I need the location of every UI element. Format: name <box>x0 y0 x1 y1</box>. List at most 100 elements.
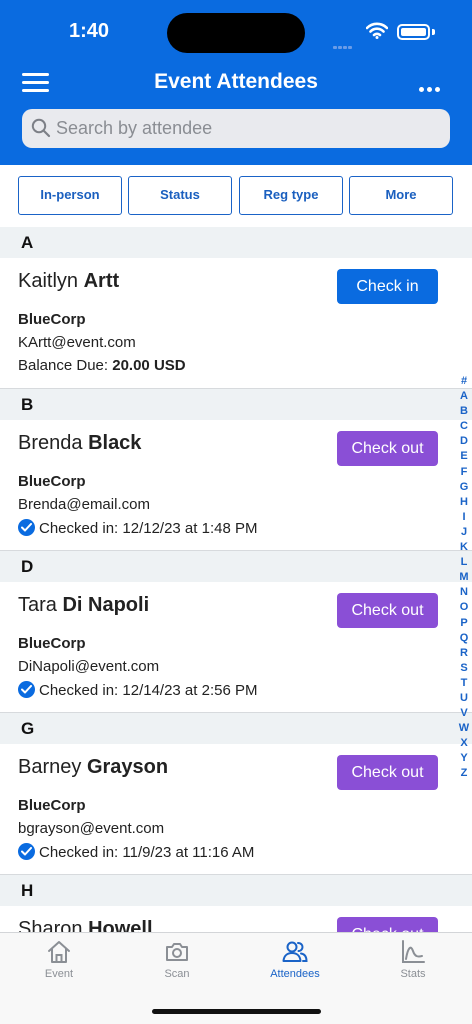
alphabet-index-letter[interactable]: R <box>456 646 472 661</box>
alphabet-index-letter[interactable]: Z <box>456 766 472 781</box>
checked-in-text: Checked in: 12/12/23 at 1:48 PM <box>39 520 258 537</box>
alphabet-index-letter[interactable]: T <box>456 676 472 691</box>
checkmark-icon <box>18 681 35 698</box>
alphabet-index-letter[interactable]: # <box>456 374 472 389</box>
attendee-email: DiNapoli@event.com <box>18 658 160 675</box>
search-icon <box>31 118 51 143</box>
attendee-last-name: Grayson <box>86 756 169 778</box>
alphabet-index-letter[interactable]: K <box>456 540 472 555</box>
section-letter: G <box>21 719 35 738</box>
alphabet-index-letter[interactable]: W <box>456 721 472 736</box>
alphabet-index-letter[interactable]: M <box>456 570 472 585</box>
balance-due: Balance Due: 20.00 USD <box>18 357 186 374</box>
attendee-card[interactable]: Brenda Black BlueCorp Brenda@email.com C… <box>0 420 472 551</box>
alphabet-index-letter[interactable]: A <box>456 389 472 404</box>
check-out-button[interactable]: Check out <box>337 431 438 466</box>
dynamic-island <box>167 13 305 53</box>
section-letter: D <box>21 557 34 576</box>
alphabet-index-letter[interactable]: B <box>456 404 472 419</box>
alphabet-index-letter[interactable]: V <box>456 706 472 721</box>
filter-in-person-button[interactable]: In-person <box>18 176 122 215</box>
alphabet-index-letter[interactable]: H <box>456 495 472 510</box>
attendee-first-name: Barney <box>18 756 82 778</box>
section-header-d: D <box>0 551 472 582</box>
status-bar: 1:40 <box>0 0 472 64</box>
section-letter: A <box>21 233 34 252</box>
alphabet-index-letter[interactable]: N <box>456 585 472 600</box>
alphabet-index-letter[interactable]: D <box>456 434 472 449</box>
alphabet-index-letter[interactable]: O <box>456 600 472 615</box>
attendee-company: BlueCorp <box>18 797 86 814</box>
filter-status-button[interactable]: Status <box>128 176 232 215</box>
checkmark-icon <box>18 843 35 860</box>
tab-event[interactable]: Event <box>0 939 118 980</box>
attendee-card[interactable]: Kaitlyn Artt BlueCorp KArtt@event.com Ba… <box>0 258 472 389</box>
alphabet-index-letter[interactable]: P <box>456 616 472 631</box>
attendee-first-name: Tara <box>18 594 57 616</box>
cellular-signal-icon <box>333 36 353 54</box>
attendee-last-name: Di Napoli <box>62 594 150 616</box>
section-header-g: G <box>0 713 472 744</box>
alphabet-index-letter[interactable]: Y <box>456 751 472 766</box>
attendee-card[interactable]: Barney Grayson BlueCorp bgrayson@event.c… <box>0 744 472 875</box>
search-bar[interactable] <box>22 109 450 148</box>
tab-label: Event <box>44 968 74 980</box>
filter-bar: In-person Status Reg type More <box>0 165 472 227</box>
alphabet-index-letter[interactable]: G <box>456 480 472 495</box>
attendee-last-name: Artt <box>83 270 120 292</box>
alphabet-index-letter[interactable]: S <box>456 661 472 676</box>
balance-due-label: Balance Due: <box>18 357 109 374</box>
checked-in-status: Checked in: 11/9/23 at 11:16 AM <box>18 843 254 861</box>
alphabet-index-letter[interactable]: U <box>456 691 472 706</box>
people-icon <box>282 941 308 962</box>
tab-attendees[interactable]: Attendees <box>236 939 354 980</box>
attendee-company: BlueCorp <box>18 473 86 490</box>
attendee-name: Kaitlyn Artt <box>18 270 119 293</box>
section-letter: H <box>21 881 34 900</box>
attendee-email: Brenda@email.com <box>18 496 150 513</box>
battery-cap <box>432 29 435 35</box>
attendee-first-name: Brenda <box>18 432 83 454</box>
attendee-card[interactable]: Tara Di Napoli BlueCorp DiNapoli@event.c… <box>0 582 472 713</box>
attendee-name: Barney Grayson <box>18 756 168 779</box>
tab-stats[interactable]: Stats <box>354 939 472 980</box>
filter-reg-type-button[interactable]: Reg type <box>239 176 343 215</box>
section-letter: B <box>21 395 34 414</box>
alphabet-index-letter[interactable]: E <box>456 449 472 464</box>
filter-more-button[interactable]: More <box>349 176 453 215</box>
alphabet-index-letter[interactable]: X <box>456 736 472 751</box>
search-input[interactable] <box>56 109 436 148</box>
checked-in-status: Checked in: 12/12/23 at 1:48 PM <box>18 519 257 537</box>
alphabet-index-letter[interactable]: F <box>456 465 472 480</box>
alphabet-index-letter[interactable]: L <box>456 555 472 570</box>
check-out-button[interactable]: Check out <box>337 755 438 790</box>
tab-label: Scan <box>164 968 190 980</box>
attendee-name: Brenda Black <box>18 432 141 455</box>
tab-scan[interactable]: Scan <box>118 939 236 980</box>
alphabet-index[interactable]: # A B C D E F G H I J K L M N O P Q R S T U V W X Y Z <box>456 374 472 782</box>
home-indicator[interactable] <box>152 1009 321 1014</box>
checked-in-status: Checked in: 12/14/23 at 2:56 PM <box>18 681 257 699</box>
check-out-button[interactable]: Check out <box>337 593 438 628</box>
tab-label: Attendees <box>270 968 320 980</box>
alphabet-index-letter[interactable]: Q <box>456 631 472 646</box>
battery-icon <box>397 24 430 40</box>
alphabet-index-letter[interactable]: C <box>456 419 472 434</box>
attendee-company: BlueCorp <box>18 635 86 652</box>
check-in-button[interactable]: Check in <box>337 269 438 304</box>
nav-bar: Event Attendees <box>0 64 472 104</box>
alphabet-index-letter[interactable]: I <box>456 510 472 525</box>
alphabet-index-letter[interactable]: J <box>456 525 472 540</box>
attendee-email: bgrayson@event.com <box>18 820 165 837</box>
page-title: Event Attendees <box>154 70 318 93</box>
more-options-icon[interactable] <box>419 79 443 97</box>
checked-in-text: Checked in: 12/14/23 at 2:56 PM <box>39 682 258 699</box>
app-header: 1:40 Event Attendees <box>0 0 472 165</box>
home-icon <box>48 941 70 963</box>
checkmark-icon <box>18 519 35 536</box>
checked-in-text: Checked in: 11/9/23 at 11:16 AM <box>39 844 255 861</box>
section-header-a: A <box>0 227 472 258</box>
attendee-email: KArtt@event.com <box>18 334 136 351</box>
camera-icon <box>166 943 188 961</box>
balance-due-value: 20.00 USD <box>112 357 186 374</box>
